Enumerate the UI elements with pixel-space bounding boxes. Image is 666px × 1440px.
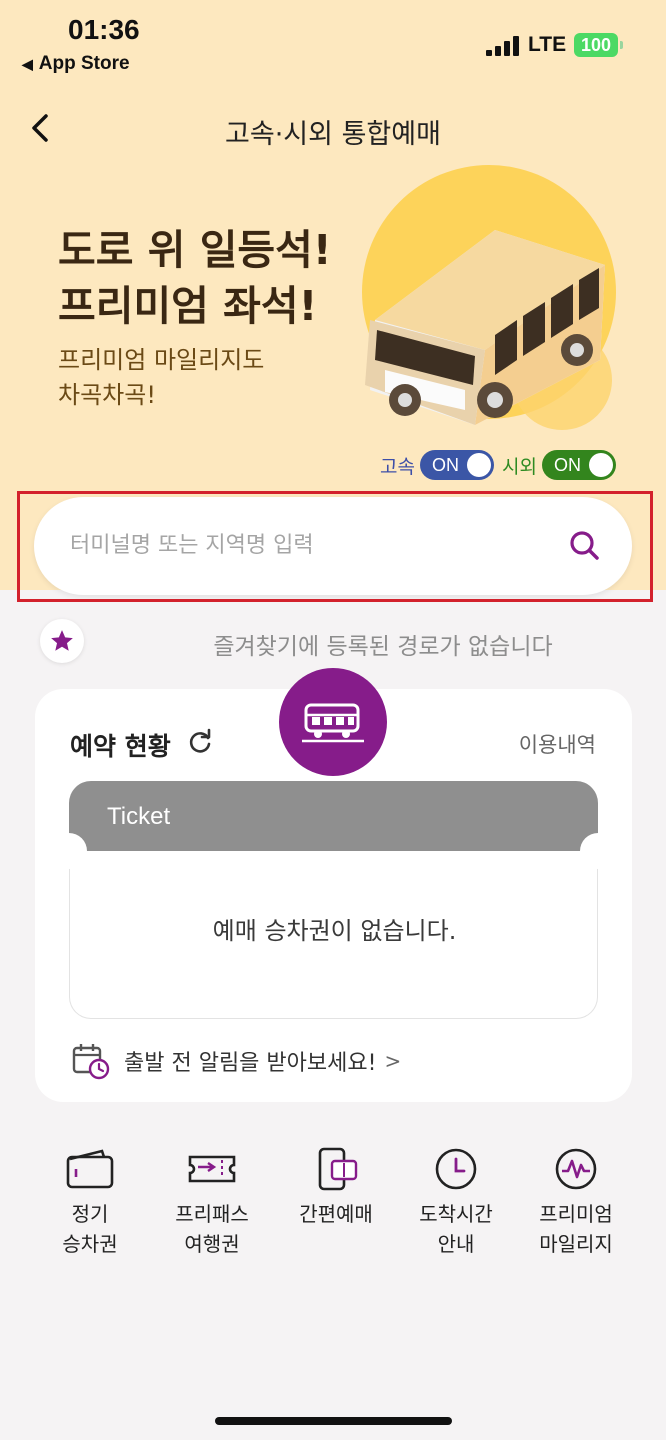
- reservation-title: 예약 현황: [70, 732, 171, 761]
- menu-label: 간편예매: [299, 1202, 373, 1226]
- banner-headline: 도로 위 일등석! 프리미엄 좌석!: [58, 222, 332, 334]
- ticket-label: Ticket: [107, 803, 171, 830]
- favorites-empty-text: 즐겨찾기에 등록된 경로가 없습니다: [213, 634, 553, 660]
- express-toggle-state: ON: [431, 455, 459, 475]
- battery-level: 100: [580, 35, 612, 55]
- ticket-header: Ticket: [69, 781, 598, 851]
- search-icon[interactable]: [566, 527, 602, 563]
- intercity-toggle-switch[interactable]: ON: [541, 450, 616, 480]
- ticket-body: 예매 승차권이 없습니다.: [69, 851, 598, 1019]
- toggle-knob: [466, 453, 491, 477]
- back-triangle-icon: ◀: [22, 56, 33, 72]
- search-bar[interactable]: [34, 497, 632, 595]
- menu-label: 정기 승차권: [62, 1202, 118, 1256]
- network-type: LTE: [528, 33, 567, 56]
- toggle-knob: [588, 453, 613, 477]
- usage-history-link[interactable]: 이용내역: [519, 729, 596, 759]
- bus-type-toggles: 고속 ON 시외 ON: [380, 450, 616, 480]
- search-input[interactable]: [70, 527, 550, 563]
- departure-alarm-link[interactable]: 출발 전 알림을 받아보세요! >: [72, 1042, 401, 1080]
- intercity-toggle-state: ON: [553, 455, 581, 475]
- mileage-icon: [555, 1148, 597, 1190]
- menu-label: 프리미엄 마일리지: [539, 1202, 613, 1256]
- express-toggle-switch[interactable]: ON: [419, 450, 494, 480]
- banner-headline-line2: 프리미엄 좌석!: [58, 282, 318, 330]
- wallet-icon: [66, 1149, 114, 1189]
- banner-headline-line1: 도로 위 일등석!: [58, 226, 332, 274]
- battery-icon: 100: [574, 33, 623, 57]
- banner-subcopy: 프리미엄 마일리지도 차곡차곡!: [58, 343, 264, 413]
- quick-menu: 정기 승차권 프리패스 여행권 간편예매 도착시간 안내 프리미엄 마일리지: [30, 1145, 650, 1265]
- cellular-signal-icon: [486, 36, 520, 56]
- back-app-label: App Store: [38, 53, 130, 74]
- bus-illustration: [365, 230, 605, 425]
- alarm-text: 출발 전 알림을 받아보세요!: [124, 1051, 377, 1076]
- menu-label: 프리패스 여행권: [175, 1202, 249, 1256]
- no-ticket-message: 예매 승차권이 없습니다.: [212, 917, 457, 945]
- ticket-pass-icon: [188, 1155, 236, 1183]
- menu-quick-booking[interactable]: 간편예매: [276, 1145, 396, 1229]
- home-indicator[interactable]: [215, 1417, 452, 1425]
- clock-icon: [435, 1148, 477, 1190]
- bus-icon: [302, 703, 364, 743]
- banner-subcopy-line1: 프리미엄 마일리지도: [58, 346, 265, 374]
- ticket-notch-right: [580, 833, 616, 869]
- status-time: 01:36: [68, 14, 140, 45]
- menu-premium-mileage[interactable]: 프리미엄 마일리지: [516, 1145, 636, 1259]
- banner-subcopy-line2: 차곡차곡!: [58, 381, 156, 409]
- page-title: 고속·시외 통합예매: [225, 119, 441, 150]
- intercity-toggle-label: 시외: [501, 455, 537, 478]
- menu-free-pass[interactable]: 프리패스 여행권: [152, 1145, 272, 1259]
- express-toggle-label: 고속: [380, 455, 415, 478]
- bus-badge-icon: [279, 668, 387, 776]
- back-to-app-store[interactable]: ◀ App Store: [22, 53, 130, 75]
- ticket-notch-left: [51, 833, 87, 869]
- menu-season-ticket[interactable]: 정기 승차권: [30, 1145, 150, 1259]
- refresh-icon[interactable]: [186, 728, 214, 756]
- chevron-right-icon: >: [384, 1049, 402, 1073]
- menu-arrival-time[interactable]: 도착시간 안내: [396, 1145, 516, 1259]
- menu-label: 도착시간 안내: [419, 1202, 493, 1256]
- calendar-clock-icon: [72, 1044, 110, 1080]
- phone-ticket-icon: [318, 1147, 358, 1191]
